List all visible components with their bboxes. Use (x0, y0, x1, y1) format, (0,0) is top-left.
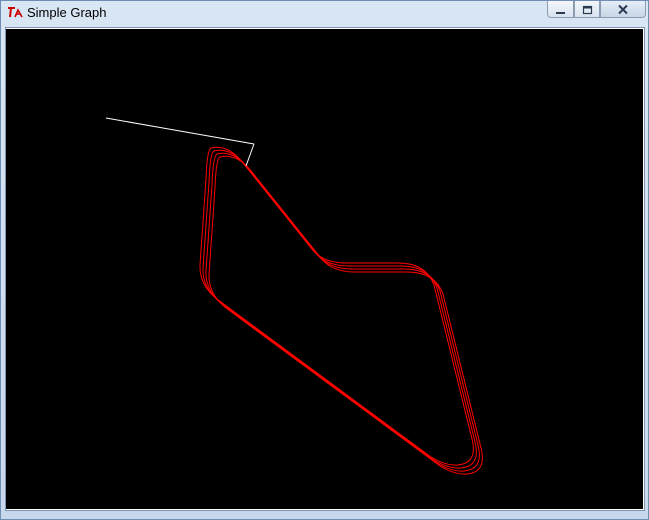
track-loop-3 (205, 152, 480, 472)
close-icon (617, 0, 629, 19)
track-loop-1 (199, 146, 474, 466)
track-loop-2 (202, 149, 477, 469)
white-line-connector (245, 143, 255, 167)
title-bar[interactable]: Simple Graph (1, 1, 648, 25)
track-drawing (105, 117, 483, 475)
app-window: Simple Graph (0, 0, 649, 520)
status-bar (5, 512, 645, 520)
window-title: Simple Graph (27, 5, 107, 20)
close-button[interactable] (600, 1, 646, 18)
white-line (105, 117, 255, 145)
minimize-button[interactable] (547, 1, 574, 18)
graph-canvas[interactable] (6, 29, 643, 509)
maximize-icon (582, 0, 593, 19)
tk-feather-icon[interactable] (6, 5, 24, 21)
minimize-icon (555, 0, 566, 19)
maximize-button[interactable] (574, 1, 600, 18)
